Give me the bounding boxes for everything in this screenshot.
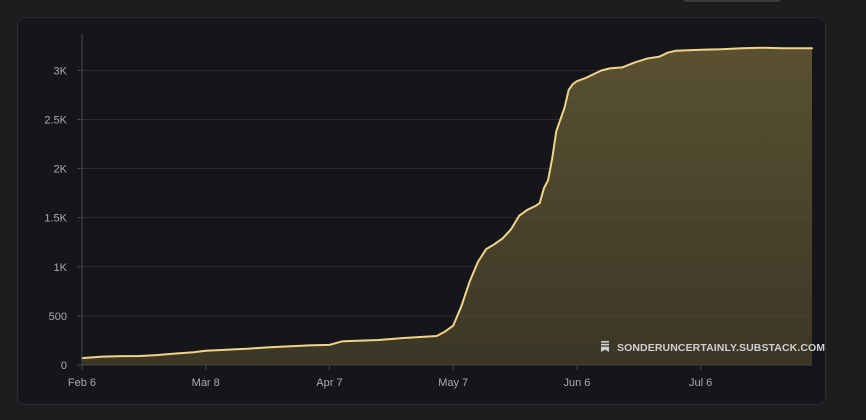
- x-tick-labels: Feb 6 Mar 8 Apr 7 May 7 Jun 6 Jul 6: [68, 377, 712, 389]
- x-tick-label: Jun 6: [563, 377, 590, 389]
- area-layer: [81, 46, 813, 366]
- x-tick-label: May 7: [438, 377, 468, 389]
- y-tick-label: 0: [61, 360, 67, 372]
- y-tick-label: 2.5K: [44, 114, 67, 126]
- y-tick-label: 2K: [54, 164, 68, 176]
- watermark-text: SONDERUNCERTAINLY.SUBSTACK.COM: [617, 342, 825, 354]
- series-area: [82, 47, 812, 366]
- y-tick-label: 3K: [54, 65, 68, 77]
- y-tick-labels: 0 500 1K 1.5K 2K 2.5K 3K: [44, 65, 67, 372]
- y-tick-label: 500: [49, 311, 67, 323]
- subscriber-chart: 0 500 1K 1.5K 2K 2.5K 3K Feb 6 Mar 8 Apr 7 May 7 J…: [44, 34, 825, 389]
- y-tick-label: 1K: [54, 262, 68, 274]
- x-tick-label: Jul 6: [689, 377, 712, 389]
- x-tick-label: Feb 6: [68, 377, 96, 389]
- y-tick-label: 1.5K: [44, 213, 67, 225]
- watermark: SONDERUNCERTAINLY.SUBSTACK.COM: [601, 341, 825, 354]
- x-tick-label: Apr 7: [316, 377, 342, 389]
- x-tick-label: Mar 8: [192, 377, 220, 389]
